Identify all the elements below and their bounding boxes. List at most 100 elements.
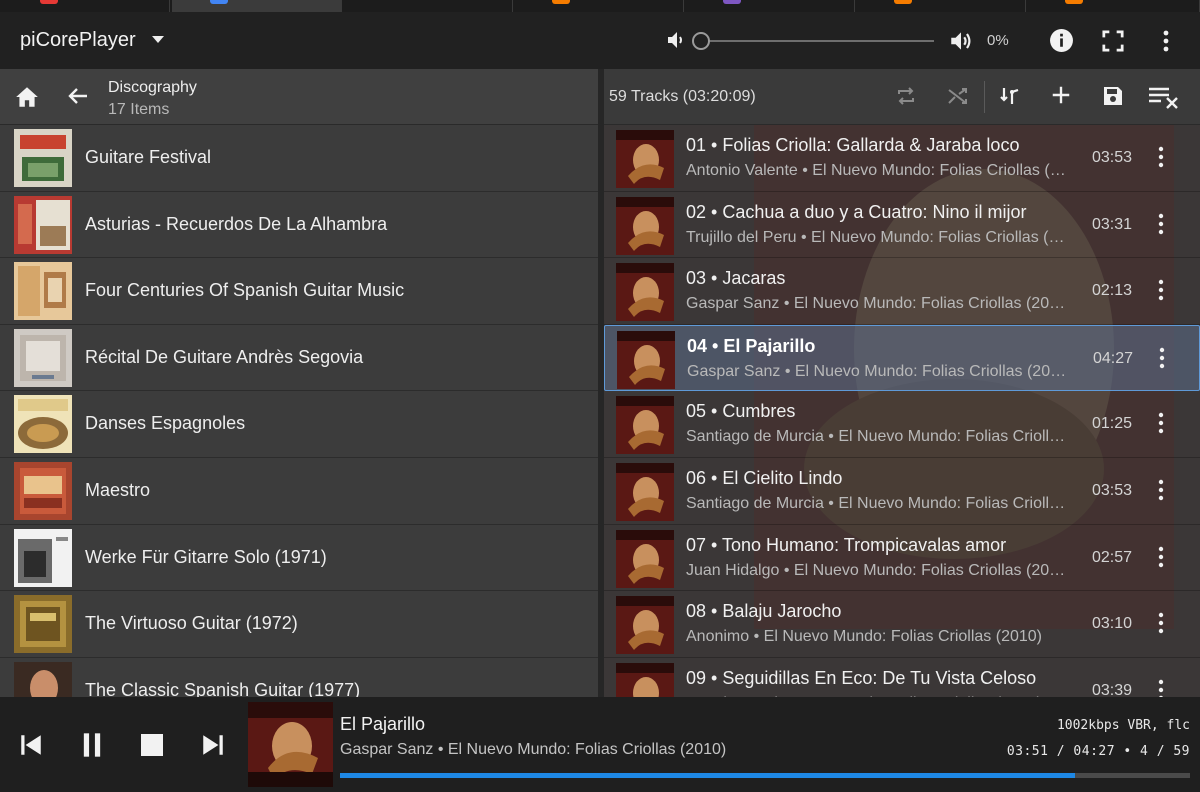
track-title: 05 • Cumbres: [686, 401, 796, 422]
track-title: 02 • Cachua a duo y a Cuatro: Nino il mi…: [686, 201, 1027, 222]
browser-tab[interactable]: [0, 0, 170, 12]
tab-favicon: [723, 0, 741, 4]
now-playing-bitrate: 1002kbps VBR, flc: [1056, 718, 1190, 733]
browser-tab[interactable]: [856, 0, 1026, 12]
album-row[interactable]: Four Centuries Of Spanish Guitar Music: [0, 258, 598, 325]
previous-icon[interactable]: [18, 732, 44, 758]
track-more-vert-icon[interactable]: [1156, 411, 1166, 435]
track-row-current[interactable]: 04 • El Pajarillo Gaspar Sanz • El Nuevo …: [604, 324, 1200, 392]
track-cover: [616, 396, 674, 455]
volume-slider-track[interactable]: [702, 40, 934, 42]
fullscreen-icon[interactable]: [1102, 30, 1124, 52]
track-cover: [616, 196, 674, 255]
album-row[interactable]: Récital De Guitare Andrès Segovia: [0, 324, 598, 392]
album-row[interactable]: The Classic Spanish Guitar (1977): [0, 657, 598, 697]
browser-tab[interactable]: [343, 0, 513, 12]
caret-down-icon[interactable]: [152, 36, 164, 44]
track-duration: 04:27: [1093, 349, 1134, 367]
track-row[interactable]: 01 • Folias Criolla: Gallarda & Jaraba l…: [604, 125, 1200, 192]
track-cover: [616, 596, 674, 655]
track-row[interactable]: 07 • Tono Humano: Trompicavalas amor Juan…: [604, 525, 1200, 592]
track-cover: [616, 263, 674, 322]
track-subtitle: Trujillo del Peru • El Nuevo Mundo: Foli…: [686, 228, 1066, 246]
pause-icon[interactable]: [78, 730, 106, 760]
queue-pane: 59 Tracks (03:20:09) 01 • Folias Criolla…: [604, 69, 1200, 697]
album-name: Guitare Festival: [85, 147, 212, 167]
back-arrow-icon[interactable]: [66, 84, 90, 108]
album-row[interactable]: Danses Espagnoles: [0, 391, 598, 458]
album-list: Guitare Festival Asturias - Recuerdos De…: [0, 125, 598, 697]
album-name: Maestro: [85, 479, 151, 500]
track-more-vert-icon[interactable]: [1156, 678, 1166, 697]
track-title: 03 • Jacaras: [686, 268, 786, 289]
volume-percent: 0%: [987, 32, 1009, 49]
track-more-vert-icon[interactable]: [1156, 145, 1166, 169]
track-more-vert-icon[interactable]: [1157, 346, 1167, 370]
info-icon[interactable]: [1049, 28, 1074, 53]
album-name: Danses Espagnoles: [85, 413, 246, 434]
track-subtitle: Antonio Valente • El Nuevo Mundo: Folias…: [686, 162, 1066, 179]
now-playing-cover[interactable]: [248, 702, 333, 787]
track-row[interactable]: 05 • Cumbres Santiago de Murcia • El Nuev…: [604, 391, 1200, 458]
browser-tab-active[interactable]: [172, 0, 342, 12]
volume-up-icon[interactable]: [948, 28, 974, 54]
track-duration: 02:57: [1092, 548, 1133, 566]
album-row[interactable]: Asturias - Recuerdos De La Alhambra: [0, 191, 598, 259]
album-row[interactable]: The Virtuoso Guitar (1972): [0, 591, 598, 658]
home-icon[interactable]: [14, 84, 40, 110]
app-title[interactable]: piCorePlayer: [20, 29, 136, 52]
browser-tab[interactable]: [1027, 0, 1200, 12]
track-more-vert-icon[interactable]: [1156, 212, 1166, 236]
shuffle-icon[interactable]: [946, 84, 970, 108]
track-title: 07 • Tono Humano: Trompicavalas amor: [686, 534, 1007, 555]
playback-progress-fill: [340, 773, 1076, 778]
browser-tab[interactable]: [685, 0, 855, 12]
move-icon[interactable]: [999, 84, 1021, 108]
library-pane: Discography 17 Items Guitare Festival As…: [0, 69, 598, 697]
now-playing-subtitle: Gaspar Sanz • El Nuevo Mundo: Folias Cri…: [340, 741, 727, 758]
album-cover: [14, 195, 72, 254]
track-subtitle: Santiago de Murcia • El Nuevo Mundo: Fol…: [686, 494, 1066, 512]
track-more-vert-icon[interactable]: [1156, 611, 1166, 635]
track-row[interactable]: 08 • Balaju Jarocho Anonimo • El Nuevo Mu…: [604, 591, 1200, 658]
track-more-vert-icon[interactable]: [1156, 545, 1166, 569]
track-row[interactable]: 02 • Cachua a duo y a Cuatro: Nino il mi…: [604, 192, 1200, 259]
queue-title: 59 Tracks (03:20:09): [609, 88, 756, 105]
album-cover: [14, 461, 72, 520]
now-playing-title: El Pajarillo: [340, 714, 426, 734]
volume-mute-icon[interactable]: [664, 28, 688, 52]
now-playing-position: 03:51 / 04:27 • 4 / 59: [1006, 744, 1190, 759]
track-more-vert-icon[interactable]: [1156, 278, 1166, 302]
header-separator: [984, 81, 985, 113]
browser-tab-strip: [0, 0, 1200, 12]
stop-icon[interactable]: [141, 734, 163, 756]
track-title: 09 • Seguidillas En Eco: De Tu Vista Cel…: [686, 667, 1037, 688]
save-icon[interactable]: [1101, 84, 1125, 108]
queue-header: 59 Tracks (03:20:09): [604, 69, 1200, 125]
track-subtitle: Santiago de Murcia • El Nuevo Mundo: Fol…: [686, 428, 1066, 446]
album-name: Asturias - Recuerdos De La Alhambra: [85, 213, 388, 234]
library-title: Discography: [108, 79, 197, 96]
track-cover: [617, 330, 675, 389]
track-duration: 03:10: [1092, 615, 1133, 633]
track-duration: 03:31: [1092, 215, 1133, 233]
album-name: Four Centuries Of Spanish Guitar Music: [85, 280, 405, 301]
track-row[interactable]: 03 • Jacaras Gaspar Sanz • El Nuevo Mundo…: [604, 258, 1200, 325]
volume-slider-knob[interactable]: [692, 32, 710, 50]
browser-tab[interactable]: [514, 0, 684, 12]
repeat-icon[interactable]: [894, 84, 918, 108]
more-vert-icon[interactable]: [1160, 29, 1172, 53]
playback-progress-bar[interactable]: [340, 773, 1190, 778]
album-name: Récital De Guitare Andrès Segovia: [85, 346, 364, 367]
album-row[interactable]: Werke Für Gitarre Solo (1971): [0, 524, 598, 592]
track-more-vert-icon[interactable]: [1156, 478, 1166, 502]
add-icon[interactable]: [1050, 84, 1072, 106]
next-icon[interactable]: [200, 732, 226, 758]
album-cover: [14, 528, 72, 587]
track-subtitle: Anonimo • El Nuevo Mundo: Folias Criolla…: [686, 628, 1042, 646]
album-row[interactable]: Guitare Festival: [0, 125, 598, 192]
clear-queue-icon[interactable]: [1147, 84, 1181, 110]
track-row[interactable]: 06 • El Cielito Lindo Santiago de Murcia …: [604, 458, 1200, 525]
album-row[interactable]: Maestro: [0, 457, 598, 525]
track-row[interactable]: 09 • Seguidillas En Eco: De Tu Vista Cel…: [604, 658, 1200, 697]
